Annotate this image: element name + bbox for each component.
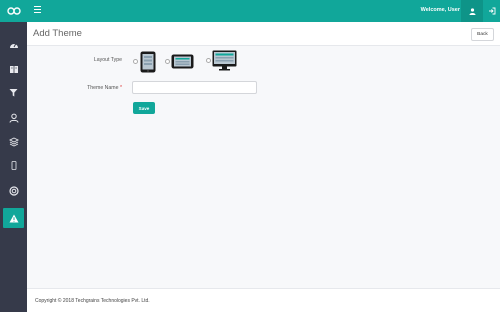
mobile-icon [11,160,16,170]
infinity-logo-icon [6,7,21,15]
sidebar [0,0,27,312]
save-button[interactable]: Save [133,102,155,114]
tablet-landscape-icon[interactable] [171,54,194,69]
theme-name-label: Theme Name * [70,85,122,91]
page-title: Add Theme [33,28,82,39]
logout-button[interactable] [483,0,500,22]
desktop-icon[interactable] [212,50,237,71]
book-icon [9,65,18,73]
layout-radio-tablet-landscape[interactable] [165,59,170,64]
lifebuoy-icon [8,186,19,196]
filter-icon [9,88,18,96]
sidebar-item-user[interactable] [0,108,27,128]
user-icon [9,113,18,123]
tablet-portrait-icon[interactable] [140,51,156,73]
layout-radio-desktop[interactable] [206,58,211,63]
sidebar-item-layers[interactable] [0,132,27,152]
sidebar-item-filter[interactable] [0,82,27,102]
page-header: Add Theme Back [27,22,500,46]
hamburger-icon[interactable] [34,6,41,14]
logout-icon [488,7,495,15]
sidebar-item-warning[interactable] [3,208,24,228]
layout-type-label: Layout Type [93,57,122,63]
welcome-text: Welcome, User [420,7,460,13]
user-menu-button[interactable] [461,0,483,22]
required-mark: * [119,85,122,91]
sidebar-item-mobile[interactable] [0,155,27,175]
back-button[interactable]: Back [471,28,494,41]
layout-radio-tablet-portrait[interactable] [133,59,138,64]
topbar: Welcome, User [27,0,500,22]
sidebar-item-support[interactable] [0,181,27,201]
logo[interactable] [0,0,27,22]
layers-icon [8,137,19,147]
warning-icon [9,214,18,222]
theme-name-label-text: Theme Name [87,85,119,91]
sidebar-item-dashboard[interactable] [0,34,27,54]
sidebar-item-book[interactable] [0,59,27,79]
dashboard-icon [9,42,18,48]
theme-name-input[interactable] [132,81,257,94]
user-icon [469,7,475,15]
copyright-text: Copyright © 2018 Techgrains Technologies… [35,298,150,304]
footer: Copyright © 2018 Techgrains Technologies… [27,288,500,312]
